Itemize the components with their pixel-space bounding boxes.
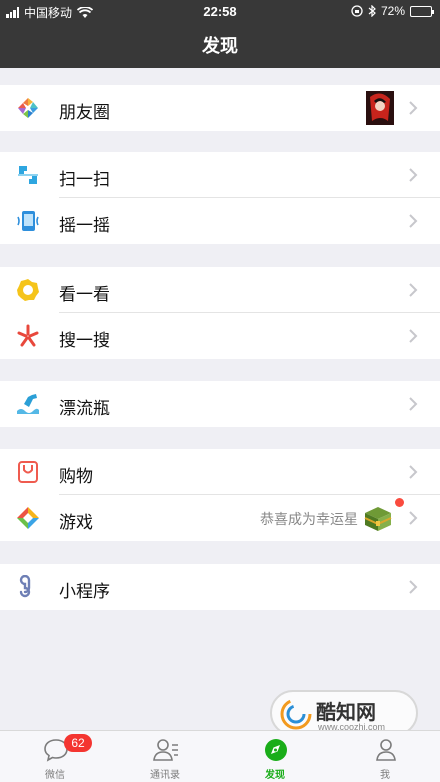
- watermark-logo-icon: [280, 698, 312, 730]
- search-star-icon: [17, 324, 39, 347]
- menu-item-scan[interactable]: 扫一扫: [0, 152, 440, 198]
- tab-label-chats: 微信: [45, 770, 65, 781]
- tab-discover[interactable]: 发现: [220, 731, 330, 782]
- chevron-right-icon: [409, 465, 418, 479]
- moments-avatar-thumbnail: [366, 91, 394, 125]
- status-bar: 中国移动 22:58 72%: [0, 0, 440, 24]
- menu-item-drift-bottle[interactable]: 漂流瓶: [0, 381, 440, 427]
- menu-item-search[interactable]: 搜一搜: [0, 313, 440, 359]
- menu-label-scan: 扫一扫: [59, 170, 110, 189]
- chevron-right-icon: [409, 168, 418, 182]
- chevron-right-icon: [409, 283, 418, 297]
- bottom-tab-bar: 62 微信 通讯录 发现 我: [0, 730, 440, 782]
- unread-count-badge: 62: [64, 734, 92, 752]
- menu-label-mini-programs: 小程序: [59, 582, 110, 601]
- menu-label-search: 搜一搜: [59, 331, 110, 350]
- menu-item-mini-programs[interactable]: 小程序: [0, 564, 440, 610]
- tab-label-contacts: 通讯录: [150, 770, 180, 781]
- tab-me[interactable]: 我: [330, 731, 440, 782]
- orientation-lock-icon: [351, 5, 363, 17]
- tab-chats[interactable]: 62 微信: [0, 731, 110, 782]
- drift-bottle-icon: [17, 394, 39, 414]
- menu-item-moments[interactable]: 朋友圈: [0, 85, 440, 131]
- games-icon: [17, 507, 39, 529]
- menu-item-top-stories[interactable]: 看一看: [0, 267, 440, 313]
- menu-item-shake[interactable]: 摇一摇: [0, 198, 440, 244]
- menu-label-drift-bottle: 漂流瓶: [59, 399, 110, 418]
- tab-contacts[interactable]: 通讯录: [110, 731, 220, 782]
- chevron-right-icon: [409, 214, 418, 228]
- tab-label-me: 我: [380, 770, 390, 781]
- treasure-chest-icon: [364, 507, 392, 531]
- moments-aperture-icon: [18, 98, 38, 118]
- page-title: 发现: [0, 24, 440, 68]
- bluetooth-icon: [368, 5, 376, 17]
- battery-icon: [410, 5, 434, 17]
- top-stories-icon: [17, 279, 39, 301]
- menu-item-games[interactable]: 游戏 恭喜成为幸运星: [0, 495, 440, 541]
- shopping-bag-icon: [18, 461, 38, 483]
- compass-icon: [265, 739, 287, 761]
- menu-label-games: 游戏: [59, 513, 93, 532]
- chevron-right-icon: [409, 329, 418, 343]
- discover-list: 朋友圈 扫一扫 摇一摇 看一看 搜一搜 漂流瓶 购物 游戏 恭喜成为幸运星 小程…: [0, 68, 440, 730]
- chevron-right-icon: [409, 101, 418, 115]
- menu-label-shopping: 购物: [59, 467, 93, 486]
- menu-item-shopping[interactable]: 购物: [0, 449, 440, 495]
- shake-icon: [17, 211, 39, 231]
- chevron-right-icon: [409, 511, 418, 525]
- mini-program-icon: [19, 575, 31, 598]
- chevron-right-icon: [409, 580, 418, 594]
- battery-percent: 72%: [380, 4, 405, 18]
- notification-dot: [395, 498, 404, 507]
- menu-label-shake: 摇一摇: [59, 216, 110, 235]
- contacts-icon: [153, 739, 178, 761]
- menu-label-moments: 朋友圈: [59, 103, 110, 122]
- menu-label-top-stories: 看一看: [59, 285, 110, 304]
- scan-icon: [18, 166, 38, 184]
- chevron-right-icon: [409, 397, 418, 411]
- status-right: 72%: [351, 4, 434, 18]
- watermark-title: 酷知网: [316, 702, 376, 724]
- games-promo-text: 恭喜成为幸运星: [260, 511, 358, 527]
- profile-icon: [376, 739, 396, 761]
- tab-label-discover: 发现: [265, 770, 285, 781]
